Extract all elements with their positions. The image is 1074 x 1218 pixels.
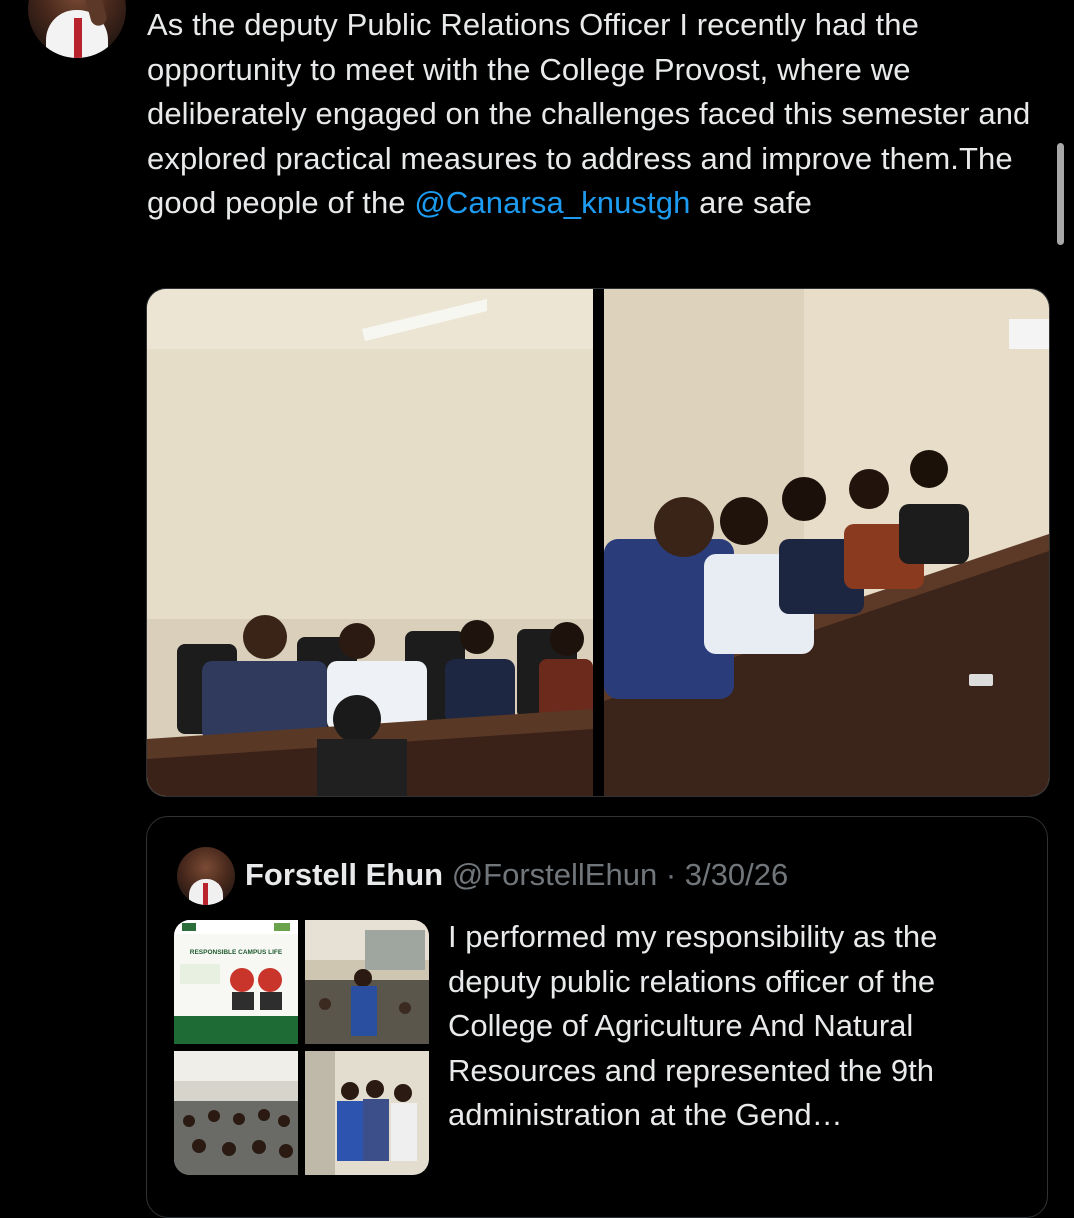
poster-title: RESPONSIBLE CAMPUS LIFE: [190, 949, 283, 956]
tweet-media[interactable]: [146, 288, 1050, 797]
media-photo-2[interactable]: [604, 289, 1049, 796]
quoted-tweet-header: Forstell Ehun @ForstellEhun · 3/30/26: [245, 855, 788, 895]
quoted-media-photo-3[interactable]: [174, 1051, 298, 1175]
quoted-media-photo-2[interactable]: [305, 920, 429, 1044]
tweet-text-tail: are safe: [690, 185, 812, 220]
quoted-tweet-text: I performed my responsibility as the dep…: [448, 919, 938, 1132]
media-photo-1[interactable]: [147, 289, 593, 796]
quoted-media-photo-4[interactable]: [305, 1051, 429, 1175]
quoted-author-name[interactable]: Forstell Ehun: [245, 857, 443, 892]
quoted-tweet-date[interactable]: 3/30/26: [685, 857, 788, 892]
scrollbar[interactable]: [1057, 143, 1064, 245]
quoted-media-grid[interactable]: RESPONSIBLE CAMPUS LIFE: [174, 920, 429, 1175]
quoted-author-avatar[interactable]: [177, 847, 235, 905]
tweet-text: As the deputy Public Relations Officer I…: [147, 3, 1047, 226]
header-separator: ·: [665, 857, 677, 892]
mention-link[interactable]: @Canarsa_knustgh: [414, 185, 690, 220]
quoted-media-poster[interactable]: RESPONSIBLE CAMPUS LIFE: [174, 920, 298, 1044]
quoted-author-handle[interactable]: @ForstellEhun: [452, 857, 658, 892]
author-avatar[interactable]: [28, 0, 126, 58]
quoted-tweet[interactable]: Forstell Ehun @ForstellEhun · 3/30/26 RE…: [146, 816, 1048, 1218]
